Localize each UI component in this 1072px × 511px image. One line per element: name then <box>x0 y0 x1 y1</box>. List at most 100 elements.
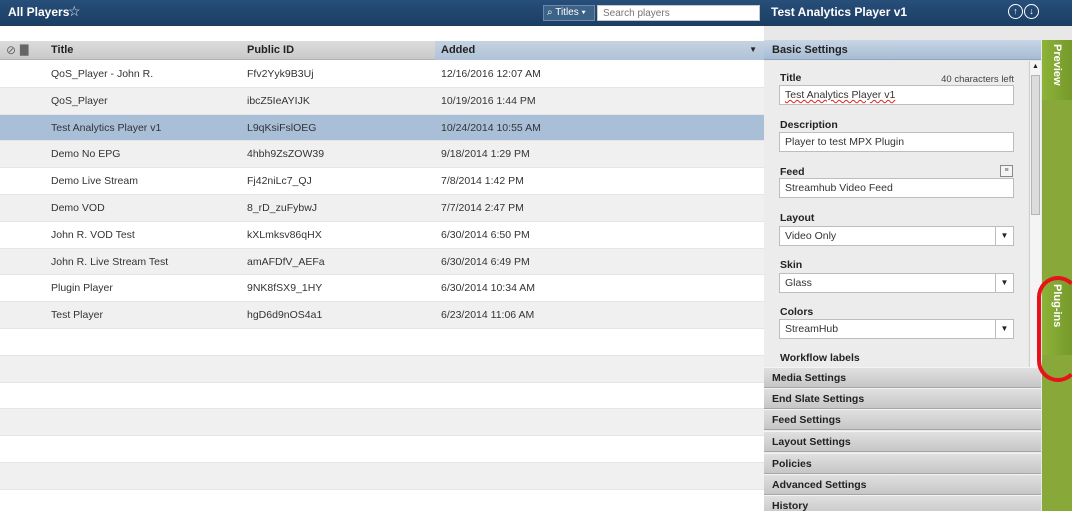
title-column-header[interactable]: Title <box>51 44 73 56</box>
next-down-arrow-icon[interactable]: ↓ <box>1024 4 1039 19</box>
empty-row <box>0 355 764 383</box>
empty-row <box>0 436 764 463</box>
accordion-label: History <box>772 500 809 511</box>
table-row[interactable]: Demo Live Stream Fj42niLc7_QJ 7/8/2014 1… <box>0 168 764 195</box>
cell-title: Test Analytics Player v1 <box>51 121 162 134</box>
cell-added: 6/30/2014 10:34 AM <box>441 282 535 295</box>
table-row[interactable]: Demo No EPG 4hbh9ZsZOW39 9/18/2014 1:29 … <box>0 141 764 169</box>
search-filter-dropdown[interactable]: ⌕ Titles ▾ <box>543 5 595 21</box>
feed-label: Feed <box>780 166 805 178</box>
cell-added: 12/16/2016 12:07 AM <box>441 68 541 80</box>
tab-preview[interactable]: Preview <box>1042 40 1072 100</box>
scroll-up-arrow-icon[interactable]: ▲ <box>1031 63 1040 73</box>
search-filter-label: Titles <box>555 7 579 18</box>
accordion-layout-settings[interactable]: Layout Settings <box>764 431 1041 452</box>
colors-label: Colors <box>780 306 814 318</box>
cell-added: 10/19/2016 1:44 PM <box>441 94 536 107</box>
table-row[interactable]: John R. Live Stream Test amAFDfV_AEFa 6/… <box>0 248 764 276</box>
cell-added: 7/7/2014 2:47 PM <box>441 201 524 214</box>
cell-public-id: 4hbh9ZsZOW39 <box>247 148 325 161</box>
cell-public-id: 9NK8fSX9_1HY <box>247 282 323 295</box>
basic-settings-header[interactable]: Basic Settings <box>764 40 1041 60</box>
favorite-star-icon[interactable]: ☆ <box>68 3 81 20</box>
cell-added: 7/8/2014 1:42 PM <box>441 175 524 188</box>
cell-public-id: Ffv2Yyk9B3Uj <box>247 68 314 80</box>
cell-added: 9/18/2014 1:29 PM <box>441 148 530 161</box>
cell-title: Demo Live Stream <box>51 175 138 188</box>
cell-public-id: 8_rD_zuFybwJ <box>247 201 318 214</box>
tab-preview-label: Preview <box>1051 44 1063 86</box>
title-field[interactable]: Test Analytics Player v1 <box>779 85 1014 105</box>
title-field-value: Test Analytics Player v1 <box>785 89 896 101</box>
table-row[interactable]: Demo VOD 8_rD_zuFybwJ 7/7/2014 2:47 PM <box>0 194 764 222</box>
added-column-header[interactable]: Added ▼ <box>435 41 764 60</box>
accordion-feed-settings[interactable]: Feed Settings <box>764 409 1041 430</box>
accordion-end-slate-settings[interactable]: End Slate Settings <box>764 388 1041 409</box>
accordion-label: Media Settings <box>772 372 847 384</box>
feed-field[interactable]: Streamhub Video Feed <box>779 178 1014 198</box>
accordion-label: Policies <box>772 458 812 470</box>
previous-up-arrow-icon[interactable]: ↑ <box>1008 4 1023 19</box>
accordion-label: End Slate Settings <box>772 393 865 405</box>
cell-added: 6/23/2014 11:06 AM <box>441 309 535 322</box>
layout-select-value: Video Only <box>785 230 837 242</box>
magnifier-icon: ⌕ <box>547 7 553 18</box>
table-row[interactable]: QoS_Player ibcZ5IeAYIJK 10/19/2016 1:44 … <box>0 87 764 115</box>
detail-header: Test Analytics Player v1 ↑ ↓ <box>764 0 1072 26</box>
description-field[interactable]: Player to test MPX Plugin <box>779 132 1014 152</box>
layout-select[interactable]: Video Only ▼ <box>779 226 1014 246</box>
cell-added: 10/24/2014 10:55 AM <box>441 121 541 134</box>
cell-public-id: ibcZ5IeAYIJK <box>247 94 310 107</box>
colors-select-value: StreamHub <box>785 323 839 335</box>
skin-label: Skin <box>780 259 803 271</box>
basic-settings-form: Title 40 characters left Test Analytics … <box>764 61 1028 367</box>
description-field-value: Player to test MPX Plugin <box>785 136 905 148</box>
table-row[interactable]: John R. VOD Test kXLmksv86qHX 6/30/2014 … <box>0 222 764 249</box>
cell-title: Test Player <box>51 309 103 322</box>
red-highlight-annotation <box>1037 276 1072 382</box>
no-entry-icon: ⊘ <box>6 43 17 57</box>
title-label: Title <box>780 72 802 84</box>
edit-list-icon[interactable]: ≡ <box>1000 165 1013 177</box>
workflow-labels-label: Workflow labels <box>780 352 860 364</box>
layout-label: Layout <box>780 212 815 224</box>
accordion-label: Advanced Settings <box>772 479 867 491</box>
skin-select[interactable]: Glass ▼ <box>779 273 1014 293</box>
search-input[interactable] <box>597 5 760 21</box>
colors-select[interactable]: StreamHub ▼ <box>779 319 1014 339</box>
basic-settings-label: Basic Settings <box>772 44 848 56</box>
cell-public-id: hgD6d9nOS4a1 <box>247 309 323 322</box>
accordion-label: Layout Settings <box>772 436 851 448</box>
accordion-policies[interactable]: Policies <box>764 453 1041 474</box>
cell-added: 6/30/2014 6:49 PM <box>441 255 530 268</box>
dropdown-arrow-icon: ▼ <box>995 320 1013 338</box>
table-header: Added ▼ ⊘ ▇ Title Public ID <box>0 41 764 60</box>
feed-field-value: Streamhub Video Feed <box>785 182 893 194</box>
table-row[interactable]: Plugin Player 9NK8fSX9_1HY 6/30/2014 10:… <box>0 275 764 303</box>
table-row[interactable]: QoS_Player - John R. Ffv2Yyk9B3Uj 12/16/… <box>0 61 764 88</box>
accordion-media-settings[interactable]: Media Settings <box>764 367 1041 388</box>
description-label: Description <box>780 119 838 131</box>
accordion-history[interactable]: History <box>764 495 1041 511</box>
table-row-selected[interactable]: Test Analytics Player v1 L9qKsiFslOEG 10… <box>0 114 764 142</box>
scroll-thumb[interactable] <box>1031 75 1040 215</box>
accordion-advanced-settings[interactable]: Advanced Settings <box>764 474 1041 495</box>
empty-row <box>0 409 764 437</box>
accordion-label: Feed Settings <box>772 414 841 426</box>
sort-desc-icon[interactable]: ▼ <box>749 45 757 54</box>
player-detail-pane: Test Analytics Player v1 ↑ ↓ Basic Setti… <box>764 0 1072 511</box>
lock-icon: ▇ <box>20 44 29 56</box>
cell-title: John R. VOD Test <box>51 228 135 241</box>
cell-title: QoS_Player - John R. <box>51 68 154 80</box>
dropdown-arrow-icon: ▼ <box>995 227 1013 245</box>
chevron-down-icon: ▾ <box>581 7 586 18</box>
list-toolbar: All Players ☆ ⌕ Titles ▾ <box>0 0 764 26</box>
cell-public-id: L9qKsiFslOEG <box>247 121 317 134</box>
empty-row <box>0 329 764 356</box>
cell-title: QoS_Player <box>51 94 108 107</box>
public-id-column-header[interactable]: Public ID <box>247 44 294 56</box>
skin-select-value: Glass <box>785 277 812 289</box>
table-row[interactable]: Test Player hgD6d9nOS4a1 6/23/2014 11:06… <box>0 302 764 329</box>
cell-added: 6/30/2014 6:50 PM <box>441 228 530 241</box>
cell-public-id: kXLmksv86qHX <box>247 228 322 241</box>
